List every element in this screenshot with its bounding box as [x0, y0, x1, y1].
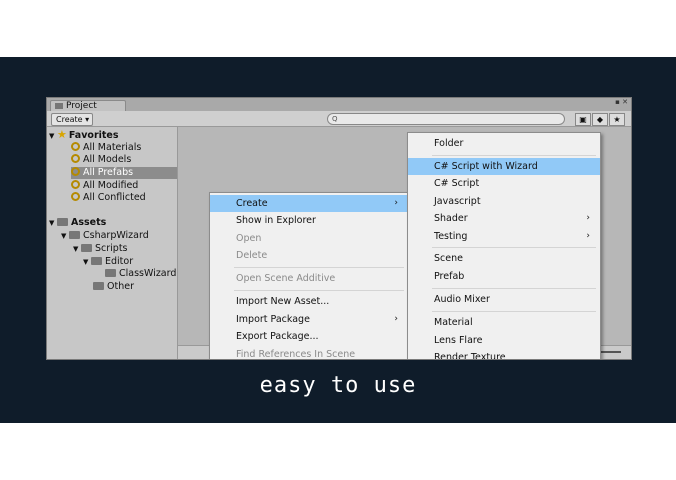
folder-icon — [57, 218, 68, 226]
star-icon: ★ — [57, 128, 67, 141]
context-menu: Create › Show in Explorer Open Delete Ope… — [209, 192, 409, 360]
submenu-item-prefab[interactable]: Prefab — [408, 268, 600, 285]
menu-item-find-references: Find References In Scene — [236, 349, 356, 360]
expand-arrow-icon[interactable]: ▼ — [83, 256, 91, 268]
submenu-item-material[interactable]: Material — [408, 314, 600, 331]
video-caption: easy to use — [259, 373, 417, 398]
menu-item-import-new-asset[interactable]: Import New Asset... — [210, 293, 408, 310]
tree-folder-csharpwizard[interactable]: ▼ CsharpWizard — [61, 230, 149, 242]
tree-item-favorite[interactable]: All Models — [71, 154, 131, 166]
window-controls[interactable]: ▪ ✕ — [615, 99, 628, 106]
folder-icon — [105, 269, 116, 277]
tree-assets[interactable]: ▼ Assets — [49, 217, 106, 229]
menu-item-export-package[interactable]: Export Package... — [210, 328, 408, 345]
create-dropdown-button[interactable]: Create ▾ — [51, 113, 93, 126]
folder-icon — [93, 282, 104, 290]
submenu-item-csharp-script[interactable]: C# Script — [408, 175, 600, 192]
submenu-item-shader[interactable]: Shader › — [408, 210, 600, 227]
folder-icon — [69, 231, 80, 239]
menu-item-show-in-explorer[interactable]: Show in Explorer — [210, 212, 408, 229]
menu-item-open-scene-additive: Open Scene Additive — [236, 273, 336, 284]
search-by-label-icon[interactable]: ◆ — [592, 113, 608, 126]
search-icon — [71, 167, 80, 176]
tab-label: Project — [66, 101, 97, 111]
tree-folder-other[interactable]: Other — [93, 281, 134, 293]
search-icon — [71, 154, 80, 163]
menu-divider — [432, 247, 596, 248]
submenu-item-csharp-script-with-wizard[interactable]: C# Script with Wizard — [408, 158, 600, 175]
tree-folder-scripts[interactable]: ▼ Scripts — [73, 243, 128, 255]
submenu-item-scene[interactable]: Scene — [408, 250, 600, 267]
search-icon — [71, 142, 80, 151]
unity-project-window: Project ▪ ✕ Create ▾ Q ▣ ◆ ★ ▼ ★ Favorites… — [46, 97, 632, 360]
video-frame: Project ▪ ✕ Create ▾ Q ▣ ◆ ★ ▼ ★ Favorites… — [0, 57, 676, 423]
tree-item-favorite[interactable]: All Modified — [71, 180, 138, 192]
search-by-type-icon[interactable]: ▣ — [575, 113, 591, 126]
search-input[interactable]: Q — [327, 113, 565, 125]
menu-divider — [234, 290, 404, 291]
project-toolbar: Create ▾ Q ▣ ◆ ★ — [47, 111, 631, 127]
folder-icon — [81, 244, 92, 252]
star-icon[interactable]: ★ — [609, 113, 625, 126]
menu-divider — [234, 267, 404, 268]
submenu-item-folder[interactable]: Folder — [408, 135, 600, 152]
expand-arrow-icon[interactable]: ▼ — [61, 230, 69, 242]
menu-item-open: Open — [236, 233, 262, 244]
chevron-right-icon: › — [394, 198, 398, 208]
menu-item-delete: Delete — [236, 250, 268, 261]
chevron-right-icon: › — [586, 213, 590, 223]
submenu-item-render-texture[interactable]: Render Texture — [408, 349, 600, 359]
expand-arrow-icon[interactable]: ▼ — [49, 130, 57, 142]
search-icon — [71, 192, 80, 201]
menu-item-import-package[interactable]: Import Package › — [210, 311, 408, 328]
menu-divider — [432, 155, 596, 156]
expand-arrow-icon[interactable]: ▼ — [49, 217, 57, 229]
tree-favorites[interactable]: ▼ ★ Favorites — [49, 128, 119, 142]
tree-item-favorite[interactable]: All Conflicted — [71, 192, 146, 204]
submenu-item-audio-mixer[interactable]: Audio Mixer — [408, 291, 600, 308]
tab-bar: Project ▪ ✕ — [47, 98, 631, 112]
submenu-item-javascript[interactable]: Javascript — [408, 193, 600, 210]
search-icon — [71, 180, 80, 189]
chevron-right-icon: › — [586, 231, 590, 241]
tree-folder-editor[interactable]: ▼ Editor — [83, 256, 133, 268]
folder-icon — [55, 102, 63, 109]
menu-divider — [432, 311, 596, 312]
menu-divider — [432, 288, 596, 289]
tree-folder-classwizard[interactable]: ClassWizard — [105, 268, 176, 280]
folder-icon — [91, 257, 102, 265]
chevron-right-icon: › — [394, 314, 398, 324]
submenu-item-testing[interactable]: Testing › — [408, 228, 600, 245]
project-tree: ▼ ★ Favorites All Materials All Models All… — [47, 127, 178, 359]
tree-item-favorite-selected[interactable]: All Prefabs — [71, 167, 177, 179]
tree-item-favorite[interactable]: All Materials — [71, 142, 141, 154]
menu-item-create[interactable]: Create › — [210, 195, 408, 212]
expand-arrow-icon[interactable]: ▼ — [73, 243, 81, 255]
submenu-item-lens-flare[interactable]: Lens Flare — [408, 332, 600, 349]
create-submenu: Folder C# Script with Wizard C# Script J… — [407, 132, 601, 359]
